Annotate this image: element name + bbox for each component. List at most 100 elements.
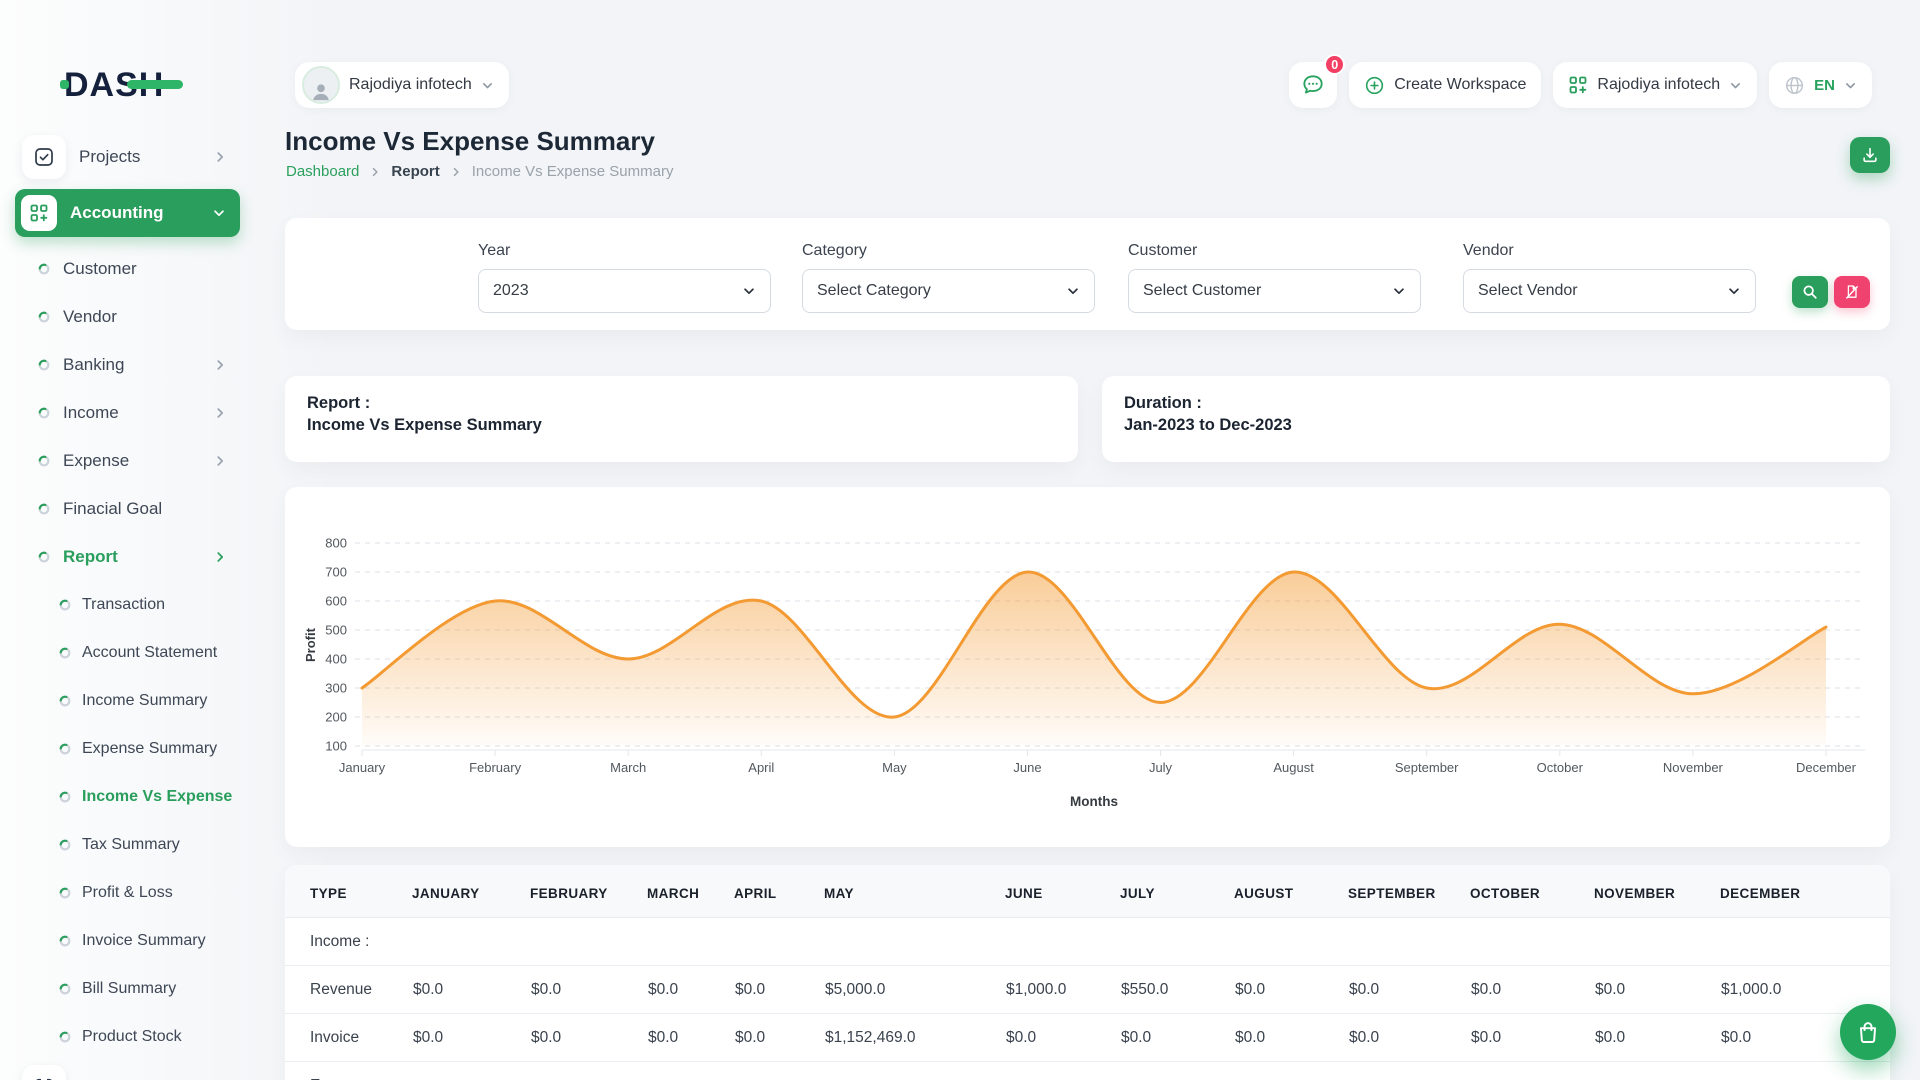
sidebar-item-income-vs-expense[interactable]: Income Vs Expense: [0, 773, 255, 821]
report-summary-card: Report : Income Vs Expense Summary: [285, 376, 1078, 462]
customer-select[interactable]: Select Customer: [1128, 269, 1421, 313]
account-selector[interactable]: Rajodiya infotech: [1553, 62, 1757, 108]
app-logo[interactable]: DASH: [64, 66, 164, 105]
bullet-icon: [59, 647, 71, 659]
reset-filter-button[interactable]: [1834, 276, 1870, 308]
column-header: JANUARY: [412, 865, 530, 918]
sidebar-item-projects[interactable]: Projects: [0, 131, 255, 183]
sidebar-item-accounting[interactable]: Accounting: [15, 189, 240, 237]
messages-button[interactable]: 0: [1289, 62, 1337, 108]
search-icon: [1802, 284, 1818, 300]
chevron-right-icon: [213, 454, 227, 468]
sidebar-item-account-statement[interactable]: Account Statement: [0, 629, 255, 677]
sidebar-item-bill-summary[interactable]: Bill Summary: [0, 965, 255, 1013]
cell-value: $0.0: [734, 1014, 824, 1062]
sidebar-item-label: Expense Summary: [82, 740, 217, 758]
year-select[interactable]: 2023: [478, 269, 771, 313]
sidebar-item-transaction[interactable]: Transaction: [0, 581, 255, 629]
year-field: Year 2023: [478, 242, 771, 313]
workspace-grid-icon: [1568, 75, 1588, 95]
svg-text:Months: Months: [1070, 794, 1118, 809]
column-header: MAY: [824, 865, 1005, 918]
cell-value: $0.0: [530, 1014, 647, 1062]
cell-value: $0.0: [1470, 1014, 1594, 1062]
chevron-right-icon: [369, 166, 381, 178]
sidebar-item-expense-summary[interactable]: Expense Summary: [0, 725, 255, 773]
language-code: EN: [1814, 77, 1835, 94]
sidebar-item-product-stock[interactable]: Product Stock: [0, 1013, 255, 1061]
svg-text:October: October: [1537, 760, 1584, 775]
category-select[interactable]: Select Category: [802, 269, 1095, 313]
svg-text:300: 300: [325, 681, 347, 696]
sidebar-menu: ProjectsAccountingCustomerVendorBankingI…: [0, 131, 255, 1080]
sidebar-item-customer[interactable]: Customer: [0, 245, 255, 293]
apply-filter-button[interactable]: [1792, 276, 1828, 308]
svg-text:May: May: [882, 760, 907, 775]
sidebar-item-tax-summary[interactable]: Tax Summary: [0, 821, 255, 869]
cell-value: $0.0: [412, 1014, 530, 1062]
breadcrumb-dashboard[interactable]: Dashboard: [286, 163, 359, 180]
sidebar-item-expense[interactable]: Expense: [0, 437, 255, 485]
sidebar-item-label: Finacial Goal: [63, 499, 162, 519]
sidebar-item-label: Customer: [63, 259, 137, 279]
cell-value: $0.0: [1594, 1014, 1720, 1062]
chevron-down-icon: [481, 79, 494, 92]
sidebar-item-label: Tax Summary: [82, 836, 180, 854]
area-fill: [362, 572, 1826, 746]
row-type: Revenue: [285, 966, 412, 1014]
cell-value: $0.0: [1005, 1014, 1120, 1062]
create-workspace-button[interactable]: Create Workspace: [1349, 62, 1541, 108]
sidebar-item-vendor[interactable]: Vendor: [0, 293, 255, 341]
logo-dot-decoration: [60, 80, 69, 89]
section-row: Expense :: [285, 1062, 1890, 1080]
sidebar-item-income[interactable]: Income: [0, 389, 255, 437]
sidebar: DASH Projects Accounting Customer VendorBan…: [0, 0, 255, 1080]
duration-label: Duration :: [1124, 392, 1868, 414]
year-label: Year: [478, 242, 771, 260]
customer-label: Customer: [1128, 242, 1421, 260]
chevron-right-icon: [213, 150, 227, 164]
cell-value: $0.0: [412, 966, 530, 1014]
duration-summary-card: Duration : Jan-2023 to Dec-2023: [1102, 376, 1890, 462]
breadcrumb-report[interactable]: Report: [391, 163, 439, 180]
sidebar-item-invoice-summary[interactable]: Invoice Summary: [0, 917, 255, 965]
shopping-bag-icon: [1855, 1019, 1881, 1045]
breadcrumb-current: Income Vs Expense Summary: [472, 163, 674, 180]
bullet-icon: [38, 263, 50, 275]
sidebar-item-label: Income Summary: [82, 692, 207, 710]
column-header: JUNE: [1005, 865, 1120, 918]
svg-text:April: April: [748, 760, 774, 775]
cell-value: $1,000.0: [1005, 966, 1120, 1014]
filter-card: Year 2023 Category Select Category Custo…: [285, 218, 1890, 330]
vendor-select[interactable]: Select Vendor: [1463, 269, 1756, 313]
column-header: SEPTEMBER: [1348, 865, 1470, 918]
language-selector[interactable]: EN: [1769, 62, 1872, 108]
cart-fab-button[interactable]: [1840, 1004, 1896, 1060]
bullet-icon: [38, 503, 50, 515]
bullet-icon: [59, 1031, 71, 1043]
plus-circle-icon: [1364, 75, 1385, 96]
sidebar-item-report[interactable]: Report: [0, 533, 255, 581]
download-report-button[interactable]: [1850, 137, 1890, 173]
report-label: Report :: [307, 392, 1056, 414]
cell-value: $0.0: [734, 966, 824, 1014]
sidebar-item-hrm[interactable]: HRM: [0, 1061, 255, 1080]
column-header: TYPE: [285, 865, 412, 918]
sidebar-item-label: Expense: [63, 451, 129, 471]
sidebar-item-label: Bill Summary: [82, 980, 176, 998]
sidebar-item-profit-loss[interactable]: Profit & Loss: [0, 869, 255, 917]
section-row: Income :: [285, 918, 1890, 966]
bullet-icon: [59, 935, 71, 947]
report-value: Income Vs Expense Summary: [307, 414, 1056, 436]
table-header-row: TYPEJANUARYFEBRUARYMARCHAPRILMAYJUNEJULY…: [285, 865, 1890, 918]
svg-text:100: 100: [325, 739, 347, 754]
report-table: TYPEJANUARYFEBRUARYMARCHAPRILMAYJUNEJULY…: [285, 865, 1890, 1080]
workspace-selector[interactable]: Rajodiya infotech: [295, 62, 509, 108]
sidebar-item-banking[interactable]: Banking: [0, 341, 255, 389]
cell-value: $5,000.0: [824, 966, 1005, 1014]
table-row: Revenue$0.0$0.0$0.0$0.0$5,000.0$1,000.0$…: [285, 966, 1890, 1014]
sidebar-item-income-summary[interactable]: Income Summary: [0, 677, 255, 725]
sidebar-item-finacial-goal[interactable]: Finacial Goal: [0, 485, 255, 533]
vendor-label: Vendor: [1463, 242, 1756, 260]
column-header: NOVEMBER: [1594, 865, 1720, 918]
